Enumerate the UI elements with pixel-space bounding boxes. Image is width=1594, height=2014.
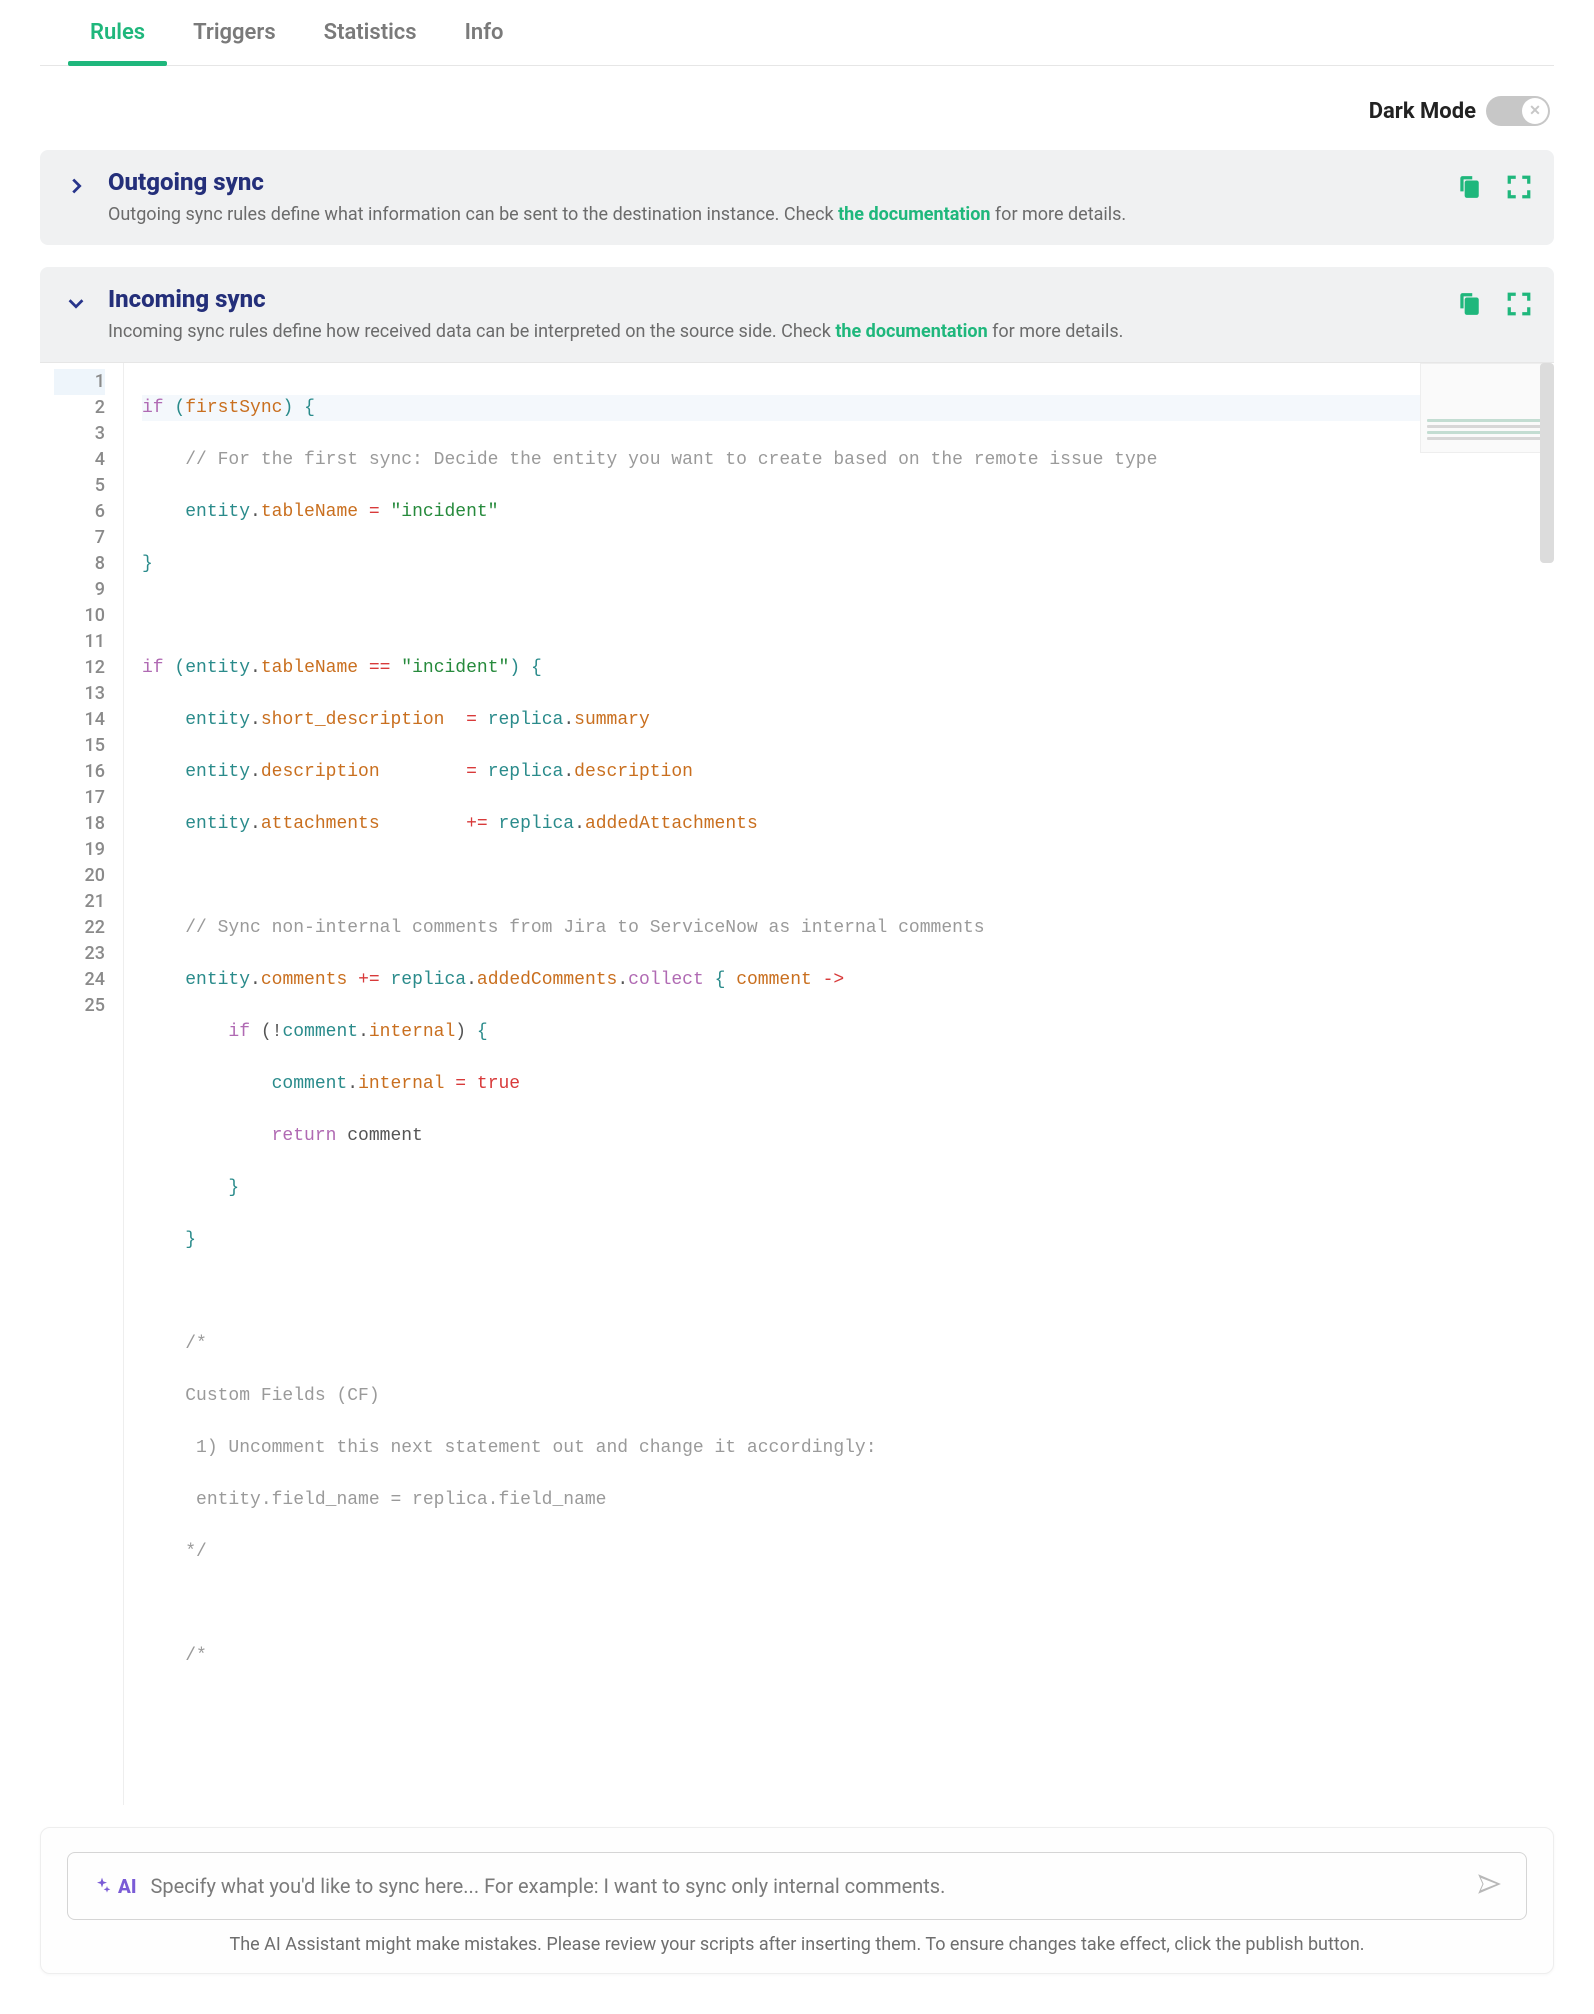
vertical-scrollbar[interactable] [1540, 363, 1554, 1805]
sparkle-icon [92, 1876, 112, 1896]
tab-info[interactable]: Info [465, 0, 504, 65]
incoming-doc-link[interactable]: the documentation [835, 321, 987, 342]
ai-badge: AI [92, 1875, 137, 1898]
send-icon[interactable] [1476, 1871, 1502, 1901]
dark-mode-toggle[interactable]: ✕ [1486, 96, 1550, 126]
toggle-knob-off-icon: ✕ [1522, 98, 1548, 124]
incoming-sync-title: Incoming sync [108, 285, 1438, 313]
ai-placeholder: Specify what you'd like to sync here... … [151, 1874, 1463, 1898]
minimap[interactable] [1420, 363, 1550, 453]
chevron-down-icon[interactable] [62, 289, 90, 317]
ai-assistant-card: AI Specify what you'd like to sync here.… [40, 1827, 1554, 1974]
tab-statistics[interactable]: Statistics [324, 0, 417, 65]
chevron-right-icon[interactable] [62, 172, 90, 200]
code-area[interactable]: if (firstSync) { // For the first sync: … [124, 363, 1554, 1805]
outgoing-doc-link[interactable]: the documentation [838, 204, 990, 225]
outgoing-sync-desc: Outgoing sync rules define what informat… [108, 202, 1438, 227]
incoming-sync-panel: Incoming sync Incoming sync rules define… [40, 267, 1554, 1805]
dark-mode-label: Dark Mode [1369, 99, 1476, 124]
tab-triggers[interactable]: Triggers [193, 0, 276, 65]
code-editor[interactable]: 1 2 3 4 5 6 7 8 9 10 11 12 13 14 15 16 1 [40, 362, 1554, 1805]
scrollbar-thumb[interactable] [1540, 363, 1554, 563]
dark-mode-row: Dark Mode ✕ [40, 66, 1554, 150]
outgoing-sync-title: Outgoing sync [108, 168, 1438, 196]
tabs: Rules Triggers Statistics Info [40, 0, 1554, 66]
outgoing-sync-panel: Outgoing sync Outgoing sync rules define… [40, 150, 1554, 245]
tab-rules[interactable]: Rules [90, 0, 145, 65]
incoming-sync-desc: Incoming sync rules define how received … [108, 319, 1438, 344]
expand-icon[interactable] [1506, 174, 1532, 200]
copy-icon[interactable] [1456, 291, 1482, 317]
line-number-gutter: 1 2 3 4 5 6 7 8 9 10 11 12 13 14 15 16 1 [40, 363, 124, 1805]
copy-icon[interactable] [1456, 174, 1482, 200]
ai-input[interactable]: AI Specify what you'd like to sync here.… [67, 1852, 1527, 1920]
expand-icon[interactable] [1506, 291, 1532, 317]
ai-disclaimer: The AI Assistant might make mistakes. Pl… [67, 1934, 1527, 1955]
